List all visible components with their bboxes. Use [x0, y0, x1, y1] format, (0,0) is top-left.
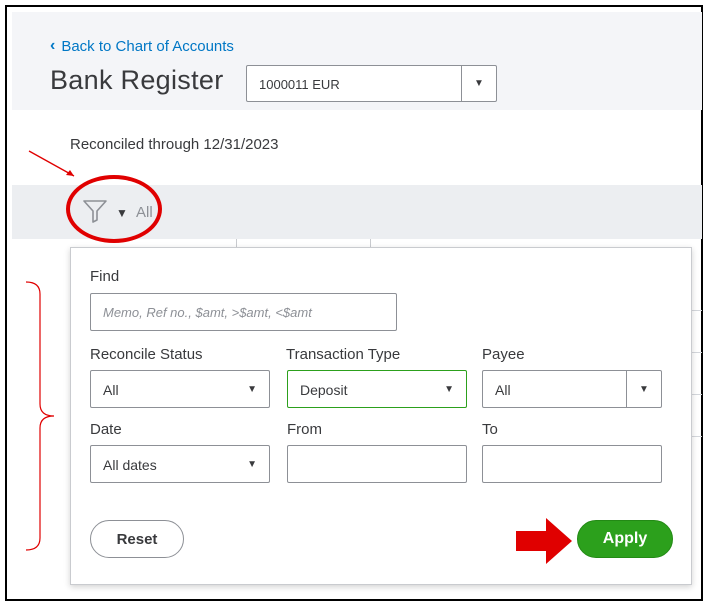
reconciled-through-text: Reconciled through 12/31/2023: [70, 136, 279, 153]
reconcile-status-value: All: [103, 382, 119, 398]
payee-value: All: [495, 382, 511, 398]
find-label: Find: [90, 268, 120, 285]
apply-button[interactable]: Apply: [577, 520, 673, 558]
background-row-line: [692, 394, 702, 395]
chevron-down-icon: ▼: [247, 384, 257, 395]
reconcile-status-label: Reconcile Status: [90, 346, 203, 363]
chevron-down-icon: ▼: [444, 384, 454, 395]
annotation-arrow-icon: [28, 150, 75, 177]
date-select[interactable]: All dates ▼: [90, 445, 270, 483]
chevron-left-icon: ‹: [50, 37, 56, 54]
chevron-down-icon[interactable]: ▼: [461, 66, 496, 101]
back-link-label: Back to Chart of Accounts: [61, 37, 234, 55]
date-label: Date: [90, 421, 122, 438]
annotation-bracket: [25, 281, 55, 551]
to-label: To: [482, 421, 498, 438]
from-date-input[interactable]: [287, 445, 467, 483]
page-title: Bank Register: [50, 65, 224, 95]
background-row-line: [692, 352, 702, 353]
from-label: From: [287, 421, 322, 438]
reconcile-status-select[interactable]: All ▼: [90, 370, 270, 408]
chevron-down-icon[interactable]: ▼: [626, 371, 661, 407]
payee-label: Payee: [482, 346, 525, 363]
transaction-type-label: Transaction Type: [286, 346, 401, 363]
payee-select[interactable]: All ▼: [482, 370, 662, 408]
account-select[interactable]: 1000011 EUR ▼: [246, 65, 497, 102]
background-row-line: [692, 310, 702, 311]
back-to-chart-of-accounts-link[interactable]: ‹ Back to Chart of Accounts: [50, 37, 234, 55]
account-select-value: 1000011 EUR: [259, 77, 340, 92]
filter-panel: Find Memo, Ref no., $amt, >$amt, <$amt R…: [70, 247, 692, 585]
reset-button[interactable]: Reset: [90, 520, 184, 558]
annotation-arrow-right-icon: [516, 518, 572, 564]
transaction-type-value: Deposit: [300, 382, 348, 398]
find-input[interactable]: Memo, Ref no., $amt, >$amt, <$amt: [90, 293, 397, 331]
annotation-circle: [66, 175, 162, 243]
transaction-type-select[interactable]: Deposit ▼: [287, 370, 467, 408]
date-value: All dates: [103, 457, 157, 473]
chevron-down-icon: ▼: [247, 459, 257, 470]
find-input-placeholder: Memo, Ref no., $amt, >$amt, <$amt: [103, 305, 312, 320]
to-date-input[interactable]: [482, 445, 662, 483]
background-row-line: [692, 436, 702, 437]
